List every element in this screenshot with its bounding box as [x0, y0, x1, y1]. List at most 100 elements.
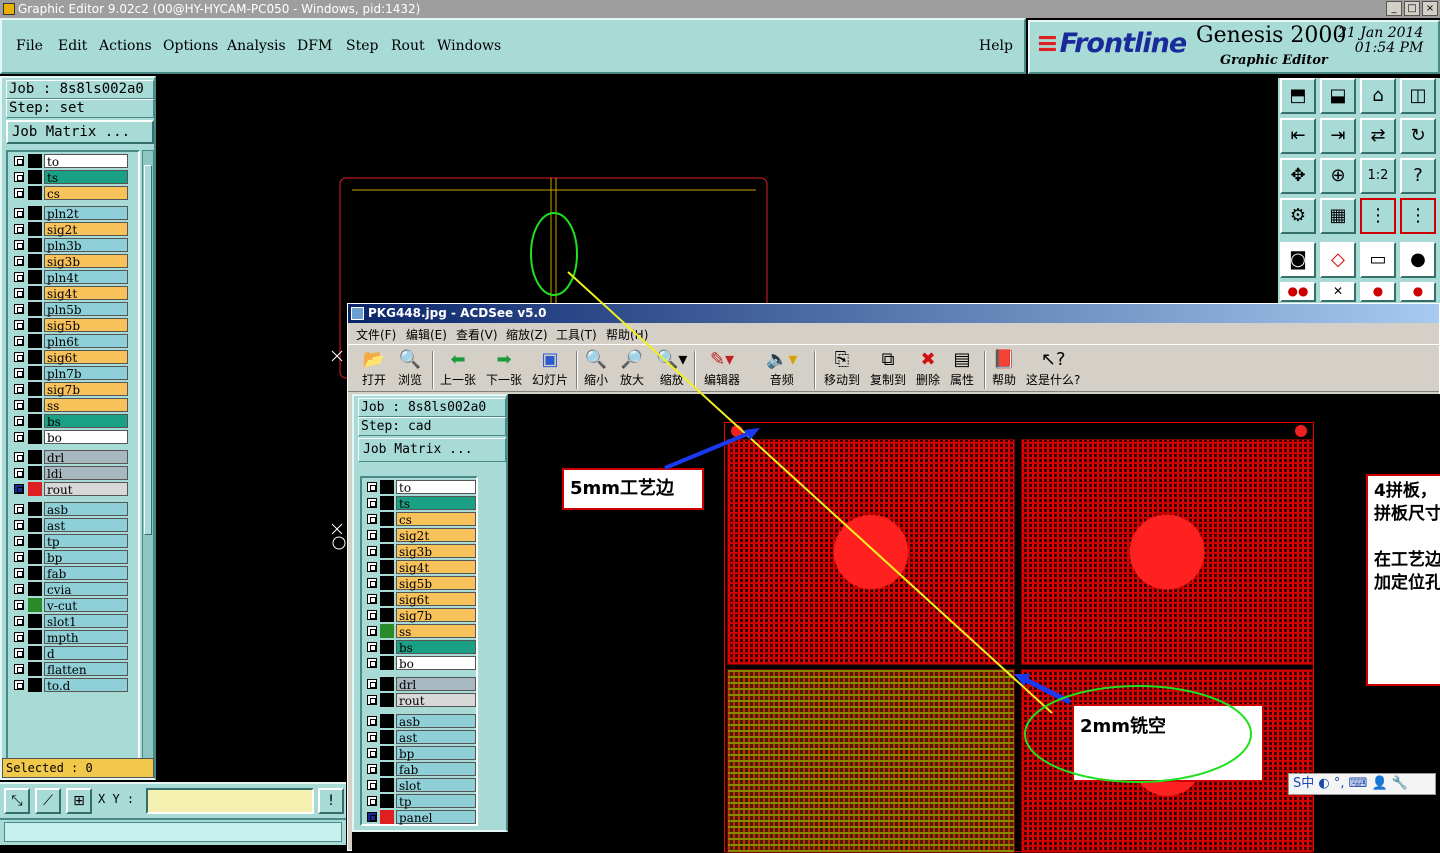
layer-checkbox[interactable]: [14, 336, 24, 346]
tool-zoom-in[interactable]: 🔎 放大: [620, 349, 644, 391]
layer-name[interactable]: to.d: [44, 678, 128, 693]
split-view-icon[interactable]: ◫: [1400, 78, 1436, 114]
layer-checkbox[interactable]: [14, 520, 24, 530]
dots-icon[interactable]: ●●: [1280, 282, 1316, 302]
tool-whatsthis[interactable]: ↖? 这是什么?: [1026, 349, 1080, 391]
layer-row[interactable]: bo: [10, 430, 128, 445]
layer-name[interactable]: cvia: [44, 582, 128, 597]
grid-icon[interactable]: ⊞: [66, 788, 92, 814]
layer-row[interactable]: flatten: [10, 662, 128, 677]
layer-name[interactable]: sig2t: [44, 222, 128, 237]
xy-input[interactable]: [146, 788, 314, 814]
layer-name[interactable]: pln7b: [44, 366, 128, 381]
acd-menu-zoom[interactable]: 缩放(Z): [506, 326, 548, 343]
close-button[interactable]: ×: [1422, 1, 1438, 16]
layer-row[interactable]: pln6t: [10, 334, 128, 349]
layer-name[interactable]: sig6t: [44, 350, 128, 365]
layer-row[interactable]: pln2t: [10, 206, 128, 221]
layer-checkbox[interactable]: [14, 156, 24, 166]
layer-checkbox[interactable]: [14, 172, 24, 182]
layer-row[interactable]: pln7b: [10, 366, 128, 381]
layer-name[interactable]: pln5b: [44, 302, 128, 317]
layer-name[interactable]: d: [44, 646, 128, 661]
tool-next[interactable]: ➡ 下一张: [486, 349, 522, 391]
layer-name[interactable]: sig5b: [44, 318, 128, 333]
layer-checkbox[interactable]: [14, 240, 24, 250]
layer-checkbox[interactable]: [14, 484, 24, 494]
layer-row[interactable]: to.d: [10, 678, 128, 693]
scale-1-2-icon[interactable]: 1:2: [1360, 158, 1396, 194]
layer-name[interactable]: sig7b: [44, 382, 128, 397]
tool-slideshow[interactable]: ▣ 幻灯片: [532, 349, 568, 391]
layer-row[interactable]: asb: [10, 502, 128, 517]
dot2-icon[interactable]: ●: [1400, 282, 1436, 302]
layer-name[interactable]: mpth: [44, 630, 128, 645]
menu-actions[interactable]: Actions: [99, 38, 152, 54]
fill-icon[interactable]: ◙: [1280, 242, 1316, 278]
layer-checkbox[interactable]: [14, 320, 24, 330]
layer-name[interactable]: tp: [44, 534, 128, 549]
minimize-button[interactable]: _: [1386, 1, 1402, 16]
grid-view-icon[interactable]: ▦: [1320, 198, 1356, 234]
layer-checkbox[interactable]: [14, 680, 24, 690]
layer-name[interactable]: asb: [44, 502, 128, 517]
scroll-thumb[interactable]: [144, 165, 152, 535]
layer-row[interactable]: v-cut: [10, 598, 128, 613]
settings-icon[interactable]: ⚙: [1280, 198, 1316, 234]
pan-left-icon[interactable]: ⇤: [1280, 118, 1316, 154]
query-icon[interactable]: ?: [1400, 158, 1436, 194]
layer-checkbox[interactable]: [14, 288, 24, 298]
acd-menu-view[interactable]: 查看(V): [456, 326, 498, 343]
layer-name[interactable]: bp: [44, 550, 128, 565]
layer-row[interactable]: cvia: [10, 582, 128, 597]
layer-name[interactable]: ast: [44, 518, 128, 533]
tool-zoom[interactable]: 🔍▾ 缩放: [656, 349, 687, 391]
layer-row[interactable]: ts: [10, 170, 128, 185]
menu-windows[interactable]: Windows: [437, 38, 501, 54]
layer-row[interactable]: bs: [10, 414, 128, 429]
tool-move[interactable]: ⎘ 移动到: [824, 349, 860, 391]
layer-checkbox[interactable]: [14, 416, 24, 426]
layer-row[interactable]: sig3b: [10, 254, 128, 269]
menu-edit[interactable]: Edit: [58, 38, 87, 54]
layer-name[interactable]: sig3b: [44, 254, 128, 269]
layer-scrollbar[interactable]: [142, 150, 154, 760]
layer-checkbox[interactable]: [14, 432, 24, 442]
layer-name[interactable]: to: [44, 154, 128, 169]
layer-checkbox[interactable]: [14, 648, 24, 658]
menu-step[interactable]: Step: [346, 38, 378, 54]
net2-icon[interactable]: ⋮: [1400, 198, 1436, 234]
zoom-window-icon[interactable]: ⤡: [4, 788, 30, 814]
center-icon[interactable]: ⊕: [1320, 158, 1356, 194]
layer-row[interactable]: slot1: [10, 614, 128, 629]
layer-checkbox[interactable]: [14, 304, 24, 314]
layer-name[interactable]: rout: [44, 482, 128, 497]
layer-row[interactable]: tp: [10, 534, 128, 549]
layer-name[interactable]: fab: [44, 566, 128, 581]
layer-checkbox[interactable]: [14, 384, 24, 394]
ime-toolbar[interactable]: S中 ◐ °, ⌨ 👤 🔧: [1288, 773, 1436, 795]
layer-row[interactable]: sig6t: [10, 350, 128, 365]
layer-row[interactable]: fab: [10, 566, 128, 581]
layer-name[interactable]: bs: [44, 414, 128, 429]
layer-row[interactable]: rout: [10, 482, 128, 497]
layer-row[interactable]: to: [10, 154, 128, 169]
layer-checkbox[interactable]: [14, 600, 24, 610]
ruler-icon[interactable]: ▭: [1360, 242, 1396, 278]
menu-options[interactable]: Options: [163, 38, 218, 54]
layer-checkbox[interactable]: [14, 352, 24, 362]
layer-name[interactable]: flatten: [44, 662, 128, 677]
menu-file[interactable]: File: [16, 38, 43, 54]
pan-right-icon[interactable]: ⇥: [1320, 118, 1356, 154]
menu-help[interactable]: Help: [979, 38, 1013, 54]
tool-help[interactable]: 📕 帮助: [992, 349, 1016, 391]
redraw-icon[interactable]: ↻: [1400, 118, 1436, 154]
page-up-icon[interactable]: ⬒: [1280, 78, 1316, 114]
layer-name[interactable]: slot1: [44, 614, 128, 629]
layer-row[interactable]: drl: [10, 450, 128, 465]
layer-row[interactable]: pln4t: [10, 270, 128, 285]
layer-checkbox[interactable]: [14, 468, 24, 478]
layer-name[interactable]: ss: [44, 398, 128, 413]
tool-editor[interactable]: ✎▾ 编辑器: [704, 349, 740, 391]
acd-menu-file[interactable]: 文件(F): [356, 326, 396, 343]
